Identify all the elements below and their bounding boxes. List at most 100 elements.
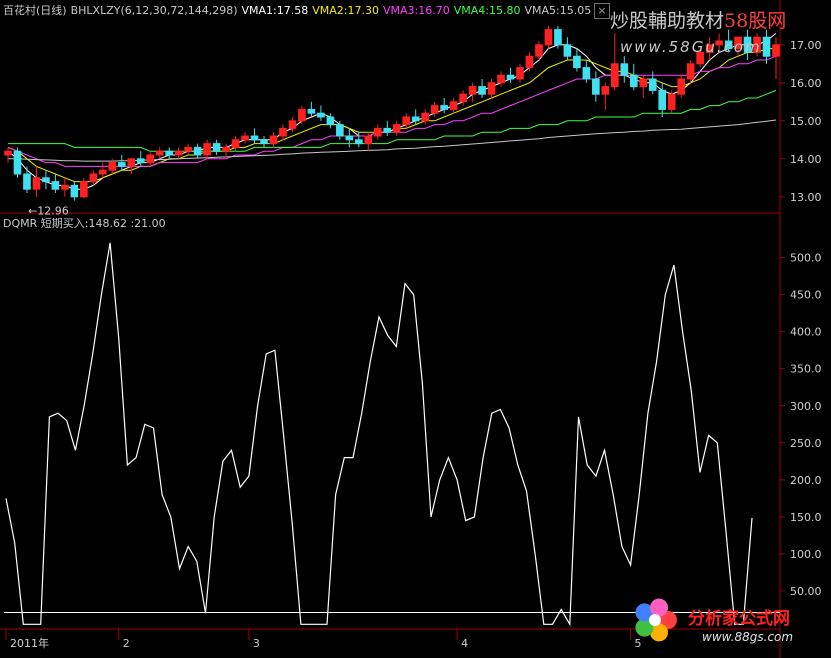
candle-up [686, 63, 695, 80]
date-tick-label: 2011年 [10, 636, 49, 650]
watermark-title: 炒股輔助教材58股网 [610, 6, 786, 33]
candle-up [279, 127, 287, 137]
candle-up [639, 78, 648, 88]
date-tick-label: 4 [461, 637, 468, 650]
brand-url: www.88gs.com [702, 630, 794, 644]
candle-down [411, 116, 420, 122]
close-icon[interactable]: × [594, 3, 610, 19]
indicator-tick-label: 300.0 [790, 400, 822, 413]
vma2-value: VMA2:17.30 [312, 4, 380, 17]
stock-name: 百花村(日线) [3, 4, 67, 17]
indicator-tick-label: 100.0 [790, 548, 822, 561]
indicator-tick-label: 500.0 [790, 252, 822, 265]
candle-up [61, 184, 69, 190]
indicator-name: BHLXLZY(6,12,30,72,144,298) [70, 4, 238, 17]
candle-down [478, 86, 486, 95]
candle-up [269, 135, 278, 145]
candle-up [468, 86, 477, 95]
indicator-header: DQMR 短期买入:148.62 :21.00 [3, 217, 166, 230]
candle-down [23, 173, 31, 190]
candle-up [108, 162, 117, 171]
candle-down [260, 139, 268, 145]
price-tick-label: 13.00 [790, 191, 822, 204]
price-tick-label: 14.00 [790, 153, 822, 166]
candle-up [535, 44, 543, 57]
candle-up [231, 139, 240, 148]
candle-up [184, 146, 192, 152]
candle-up [373, 127, 382, 137]
ma-line-vma5 [8, 119, 777, 162]
candle-up [459, 93, 467, 103]
candle-down [13, 150, 22, 175]
candle-up [449, 101, 458, 110]
indicator-tick-label: 250.0 [790, 437, 822, 450]
candle-up [772, 44, 780, 57]
candle-up [4, 150, 12, 156]
brand-name: 分析家公式网 [688, 609, 790, 629]
candle-down [354, 139, 363, 145]
candle-down [212, 143, 221, 152]
candle-down [762, 36, 771, 57]
candle-up [127, 158, 136, 167]
watermark-text-cn: 炒股輔助教材 [610, 10, 725, 32]
candle-down [250, 135, 259, 141]
chart-canvas: 13.0014.0015.0016.0017.00←12.9650.00100.… [0, 0, 822, 658]
price-tick-label: 15.00 [790, 115, 822, 128]
price-tick-label: 17.00 [790, 39, 822, 52]
candle-up [203, 143, 211, 156]
candle-down [573, 55, 581, 69]
candle-down [563, 44, 572, 57]
candle-down [336, 124, 344, 137]
candle-down [648, 78, 657, 91]
candle-up [288, 120, 297, 129]
watermark-url: www.58Gu.com [620, 38, 762, 56]
logo-petal [650, 598, 668, 617]
candle-up [497, 74, 505, 84]
candle-down [629, 74, 638, 88]
candle-up [610, 63, 619, 88]
candle-up [487, 82, 496, 95]
candle-down [554, 29, 562, 46]
candle-up [677, 78, 686, 95]
candle-up [89, 173, 98, 183]
indicator-tick-label: 200.0 [790, 474, 822, 487]
candle-up [80, 181, 88, 198]
candle-down [193, 146, 202, 156]
candle-up [402, 116, 411, 126]
indicator-tick-label: 400.0 [790, 326, 822, 339]
candle-up [222, 146, 230, 152]
candle-up [430, 105, 439, 114]
candle-up [364, 135, 373, 145]
vma1-value: VMA1:17.58 [241, 4, 309, 17]
candle-down [658, 89, 667, 110]
candle-up [98, 169, 107, 175]
candle-up [525, 55, 534, 69]
main-chart-header: 百花村(日线) BHLXLZY(6,12,30,72,144,298) VMA1:1… [3, 2, 595, 18]
candle-down [620, 63, 629, 76]
vma5-value: VMA5:15.05 [524, 4, 592, 17]
date-tick-label: 2 [123, 637, 130, 650]
brand-flower-logo [635, 598, 677, 642]
candle-up [174, 150, 183, 156]
candle-up [544, 29, 553, 46]
candle-down [307, 108, 316, 114]
price-tick-label: 16.00 [790, 77, 822, 90]
indicator-tick-label: 150.0 [790, 511, 822, 524]
logo-center [649, 614, 661, 626]
candle-up [146, 154, 155, 164]
candle-down [506, 74, 515, 80]
candle-up [516, 67, 524, 80]
dqmr-line [5, 242, 753, 627]
candle-down [42, 177, 50, 183]
candle-up [667, 93, 676, 110]
candle-down [582, 67, 591, 80]
candle-down [317, 112, 325, 118]
candle-down [70, 184, 79, 198]
candle-down [136, 158, 145, 164]
candle-up [241, 135, 249, 141]
watermark-text-site: 58股网 [724, 10, 787, 32]
candle-up [601, 86, 610, 95]
candle-down [383, 127, 392, 133]
ma-line-vma3 [7, 55, 777, 167]
indicator-tick-label: 50.00 [790, 585, 822, 598]
